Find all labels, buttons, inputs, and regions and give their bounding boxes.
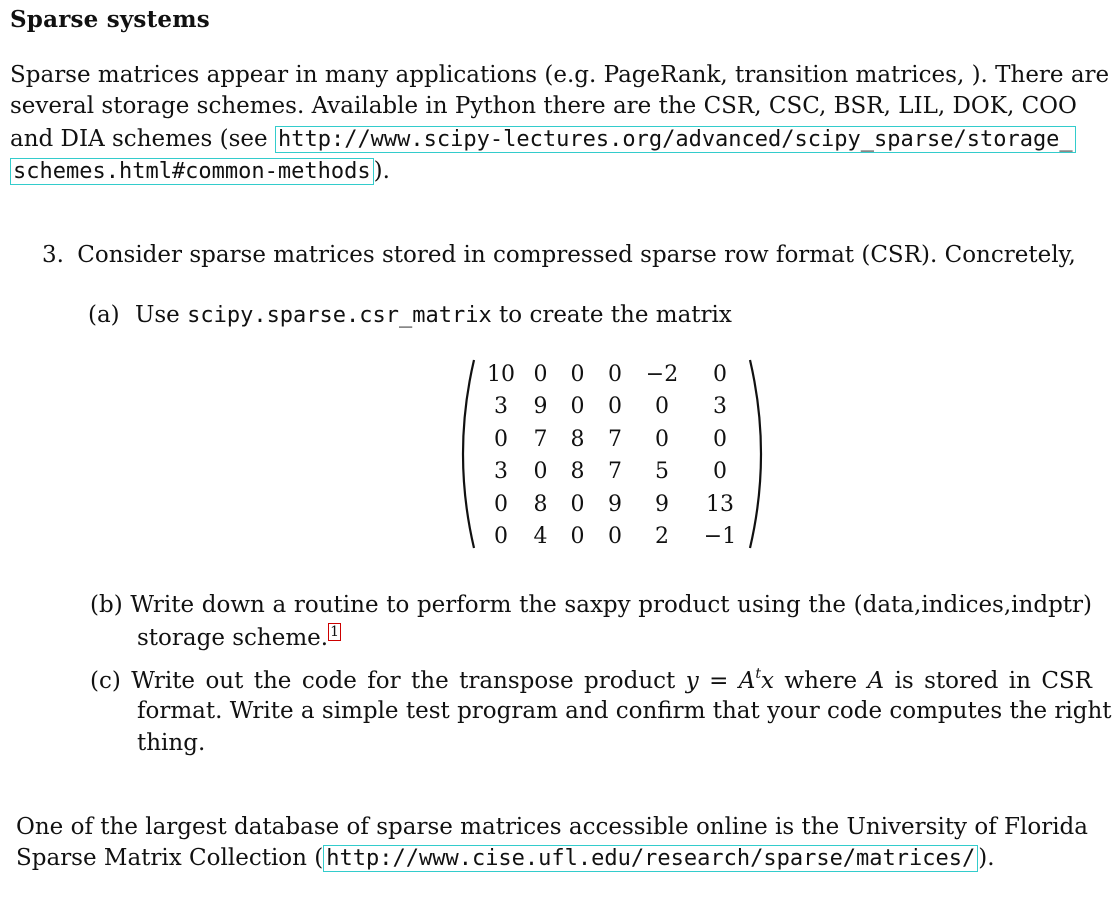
matrix-display: 10 0 0 0 −2 0 3 9 0 0 0 3 0 7 8 7 0 0 3 0 8 7 5 0 0 8 0 9 9 13 0 4 0 0 2 −1 [458,356,768,552]
matrix-cell: 0 [570,361,585,387]
footnote-link[interactable]: 1 [328,623,342,641]
matrix-cell: 0 [608,394,622,420]
matrix-cell: 0 [570,491,585,517]
matrix-cell: 0 [533,459,548,485]
matrix-cell: −2 [645,361,679,387]
closing-prefix: Sparse Matrix Collection ( [16,845,324,871]
matrix-cell: 8 [570,459,585,485]
matrix-cell: 3 [494,394,508,420]
scipy-lectures-link-part2[interactable]: schemes.html#common-methods [10,158,374,185]
matrix-cell: 8 [570,426,585,452]
matrix-cell: 7 [608,459,622,485]
matrix-cell: 13 [706,491,734,517]
part-b-text-2: storage scheme. [137,625,329,651]
problem-3: 3. Consider sparse matrices stored in co… [42,242,1076,268]
matrix-cell: 9 [608,491,622,517]
matrix-cell: 0 [570,524,585,550]
part-c-label: (c) [90,668,121,694]
matrix-cell: 7 [533,426,548,452]
matrix-cell: 0 [494,491,508,517]
matrix-cell: 0 [533,361,548,387]
matrix-cell: 0 [713,426,727,452]
problem-text: Consider sparse matrices stored in compr… [77,242,1076,268]
matrix-row: 0 8 0 9 9 13 [480,488,750,521]
matrix-row: 10 0 0 0 −2 0 [480,358,750,391]
intro-line-4: schemes.html#common-methods). [10,158,390,185]
intro-line-4-suffix: ). [373,158,390,184]
equals: = [698,668,739,694]
matrix-cell: 0 [608,524,622,550]
closing-line-2: Sparse Matrix Collection (http://www.cis… [16,845,995,872]
part-b-text-1: Write down a routine to perform the saxp… [130,592,1092,618]
matrix-cell: 0 [713,361,727,387]
part-a-suffix: to create the matrix [491,302,732,328]
closing-line-1: One of the largest database of sparse ma… [16,814,1088,840]
part-c-suffix: is stored in CSR [884,668,1092,694]
closing-suffix: ). [978,845,995,871]
matrix-cell: 4 [533,524,548,550]
ufl-sparse-link[interactable]: http://www.cise.ufl.edu/research/sparse/… [323,845,979,872]
part-c-line-2: format. Write a simple test program and … [137,698,1112,724]
matrix-cell: 7 [608,426,622,452]
matrix-cell: 0 [494,426,508,452]
matrix-cell: 0 [713,459,727,485]
var-y: y [685,668,699,694]
matrix-cell: 0 [608,361,622,387]
matrix-cell: 9 [655,491,669,517]
part-b-line-2: storage scheme. 1 [137,623,342,651]
part-b-line-1: (b) Write down a routine to perform the … [90,592,1092,618]
matrix-cell: 0 [655,426,669,452]
left-paren [461,359,476,549]
matrix-cell: 2 [655,524,669,550]
matrix-cell: 0 [570,394,585,420]
matrix-cell: −1 [703,524,737,550]
matrix-row: 308750 [480,456,750,489]
intro-line-2: several storage schemes. Available in Py… [10,93,1077,119]
part-a-label: (a) [88,302,120,328]
var-A: A [738,668,756,694]
right-paren [748,359,763,549]
var-A2: A [867,668,885,694]
scipy-lectures-link-part1[interactable]: http://www.scipy-lectures.org/advanced/s… [274,126,1076,153]
part-a: (a) Use scipy.sparse.csr_matrix to creat… [88,302,732,328]
intro-line-3-prefix: and DIA schemes (see [10,126,275,152]
matrix-cell: 3 [494,459,508,485]
matrix-row: 390003 [480,391,750,424]
part-c-line-3: thing. [137,730,206,756]
section-title: Sparse systems [10,6,210,33]
part-c-line-1: (c) Write out the code for the transpose… [90,666,1092,694]
part-c-prefix: Write out the code for the transpose pro… [131,668,686,694]
matrix-row: 078700 [480,423,750,456]
matrix-row: 0 4 0 0 2 −1 [480,521,750,554]
matrix-cell: 9 [533,394,548,420]
matrix-cell: 0 [655,394,669,420]
part-a-prefix: Use [134,302,188,328]
matrix-cell: 3 [713,394,727,420]
matrix-grid: 10 0 0 0 −2 0 3 9 0 0 0 3 0 7 8 7 0 0 3 0 8 7 5 0 0 8 0 9 9 13 0 4 0 0 2 −1 [480,358,750,553]
part-c-mid: where [774,668,868,694]
part-b-label: (b) [90,592,123,618]
matrix-cell: 8 [533,491,548,517]
problem-number: 3. [42,242,64,268]
matrix-cell: 0 [494,524,508,550]
matrix-cell: 10 [487,361,515,387]
matrix-cell: 5 [655,459,669,485]
intro-line-1: Sparse matrices appear in many applicati… [10,62,1110,88]
csr-matrix-code: scipy.sparse.csr_matrix [187,303,492,328]
var-x: x [761,668,775,694]
intro-line-3: and DIA schemes (see http://www.scipy-le… [10,126,1076,153]
